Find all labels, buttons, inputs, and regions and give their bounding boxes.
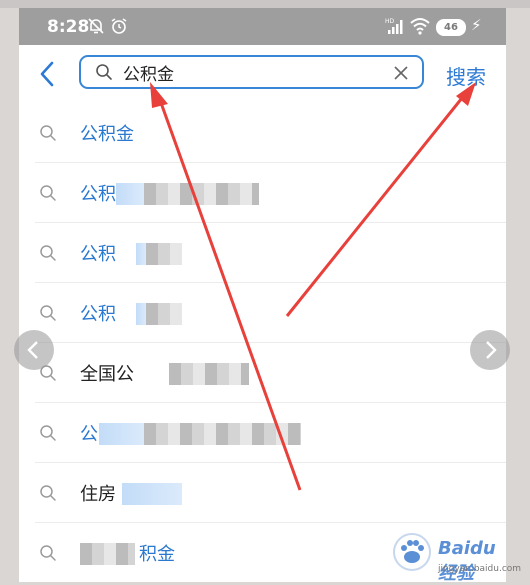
- back-button[interactable]: [31, 57, 65, 91]
- search-box[interactable]: [79, 55, 424, 89]
- baidu-watermark: Baidu经验 jingyan.baidu.com: [392, 532, 521, 584]
- status-bar: 8:28 HD 46 ⚡: [19, 8, 506, 45]
- charging-icon: ⚡: [471, 16, 482, 34]
- suggestion-text: 住房: [80, 484, 116, 505]
- redaction-blur: [99, 423, 144, 445]
- signal-icon: HD: [385, 17, 405, 39]
- suggestion-text: 公积: [80, 244, 116, 265]
- suggestion-item[interactable]: 公: [19, 403, 506, 463]
- clear-icon[interactable]: [392, 64, 410, 82]
- suggestion-text: 公积: [80, 304, 116, 325]
- prev-image-button[interactable]: [14, 330, 54, 370]
- suggestion-text: 公积: [80, 184, 116, 205]
- search-input[interactable]: [123, 60, 373, 84]
- suggestion-text: 全国公: [80, 364, 134, 385]
- redaction-blur: [136, 303, 146, 325]
- alarm-clock-icon: [110, 17, 128, 39]
- search-icon: [39, 304, 57, 326]
- suggestion-item[interactable]: 全国公: [19, 343, 506, 403]
- suggestion-text: 公: [80, 424, 98, 445]
- redaction-blur: [144, 423, 301, 445]
- suggestion-item[interactable]: 公积金: [19, 103, 506, 163]
- suggestion-item[interactable]: 住房: [19, 463, 506, 523]
- redaction-blur: [146, 303, 182, 325]
- battery-level: 46: [436, 19, 466, 36]
- suggestion-item[interactable]: 公积: [19, 163, 506, 223]
- search-icon: [39, 424, 57, 446]
- suggestion-item[interactable]: 公积: [19, 283, 506, 343]
- svg-text:HD: HD: [385, 18, 395, 25]
- redaction-blur: [136, 243, 146, 265]
- search-header: 搜索: [19, 45, 506, 103]
- search-icon: [39, 184, 57, 206]
- redaction-blur: [80, 543, 135, 565]
- redaction-blur: [146, 243, 182, 265]
- redaction-blur: [122, 483, 182, 505]
- suggestion-text: 公积金: [80, 124, 134, 145]
- dnd-bell-icon: [87, 17, 105, 39]
- phone-screen: 8:28 HD 46 ⚡ 搜索: [19, 8, 506, 582]
- search-icon: [39, 484, 57, 506]
- search-button[interactable]: 搜索: [446, 61, 486, 90]
- search-icon: [39, 244, 57, 266]
- search-icon: [39, 124, 57, 146]
- redaction-blur: [116, 183, 144, 205]
- suggestion-item[interactable]: 公积: [19, 223, 506, 283]
- search-icon: [95, 63, 113, 85]
- suggestion-text: 积金: [139, 544, 175, 565]
- status-time: 8:28: [47, 17, 90, 37]
- watermark-brand: Baidu经验: [438, 538, 496, 584]
- top-strip: [0, 0, 530, 8]
- watermark-url: jingyan.baidu.com: [438, 564, 522, 574]
- redaction-blur: [144, 183, 259, 205]
- search-icon: [39, 544, 57, 566]
- wifi-icon: [410, 17, 430, 39]
- chevron-right-icon: [486, 341, 497, 359]
- redaction-blur: [169, 363, 249, 385]
- suggestion-list: 公积金 公积 公积 公积 全国公 公 住房 积金: [19, 103, 506, 582]
- next-image-button[interactable]: [470, 330, 510, 370]
- paw-logo-icon: [393, 533, 431, 571]
- chevron-left-icon: [27, 341, 38, 359]
